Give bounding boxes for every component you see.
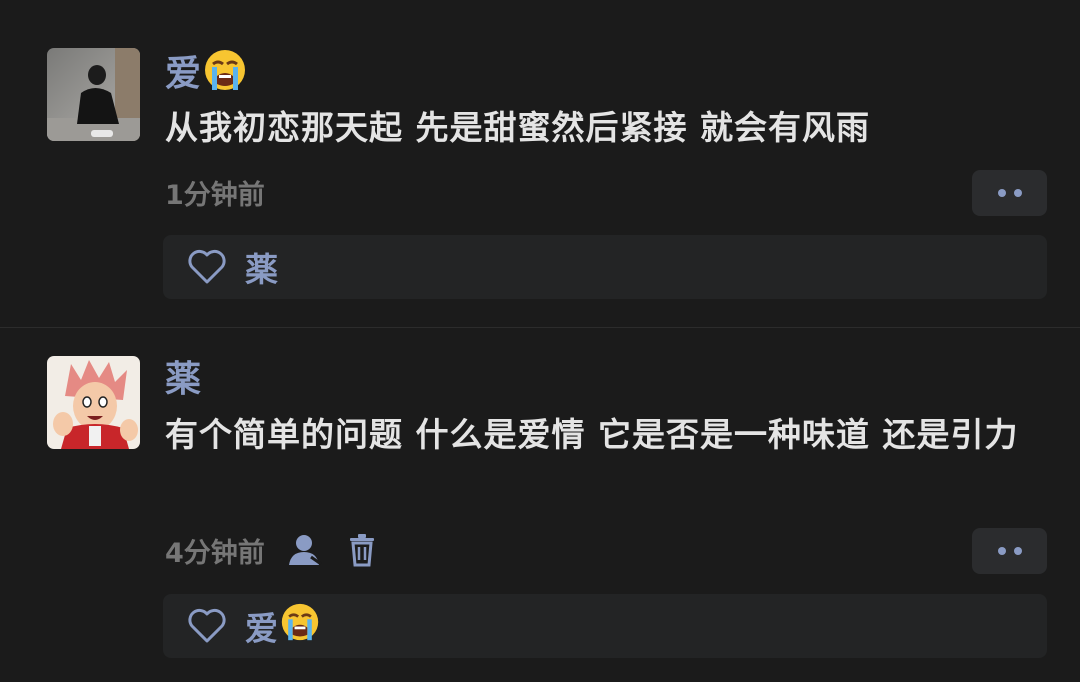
comment-feed: 爱 从我初恋那天起 先是甜蜜然后紧接 就会有风雨 1分钟前 薬 薬 有个简单的问… <box>0 0 1080 682</box>
avatar[interactable] <box>47 48 140 141</box>
likes-panel: 爱 <box>163 594 1047 658</box>
more-options-button[interactable] <box>972 170 1047 216</box>
trash-icon[interactable] <box>347 533 377 567</box>
heart-icon[interactable] <box>187 249 227 285</box>
comment-item: 爱 从我初恋那天起 先是甜蜜然后紧接 就会有风雨 1分钟前 薬 <box>0 0 1080 327</box>
loudly-crying-face-emoji <box>203 48 247 103</box>
dot-icon <box>997 547 1006 555</box>
comment-meta: 1分钟前 <box>165 170 265 214</box>
timestamp: 1分钟前 <box>165 179 265 211</box>
user-icon[interactable] <box>287 533 325 567</box>
more-options-button[interactable] <box>972 528 1047 574</box>
liked-by-user[interactable]: 薬 <box>245 243 278 291</box>
likes-panel: 薬 <box>163 235 1047 299</box>
timestamp: 4分钟前 <box>165 537 265 569</box>
heart-icon[interactable] <box>187 608 227 644</box>
dot-icon <box>1013 189 1022 197</box>
comment-text: 从我初恋那天起 先是甜蜜然后紧接 就会有风雨 <box>165 108 870 147</box>
loudly-crying-face-emoji <box>280 602 320 650</box>
dot-icon <box>1013 547 1022 555</box>
comment-meta: 4分钟前 <box>165 528 377 572</box>
avatar-anime-character <box>47 356 140 449</box>
comment-item: 薬 有个简单的问题 什么是爱情 它是否是一种味道 还是引力 4分钟前 爱 <box>0 328 1080 682</box>
dot-icon <box>997 189 1006 197</box>
username[interactable]: 薬 <box>165 358 201 402</box>
username[interactable]: 爱 <box>165 48 247 103</box>
avatar-photo-person-sitting <box>47 48 140 141</box>
avatar[interactable] <box>47 356 140 449</box>
liked-by-user[interactable]: 爱 <box>245 602 320 650</box>
comment-text: 有个简单的问题 什么是爱情 它是否是一种味道 还是引力 <box>165 415 1019 454</box>
